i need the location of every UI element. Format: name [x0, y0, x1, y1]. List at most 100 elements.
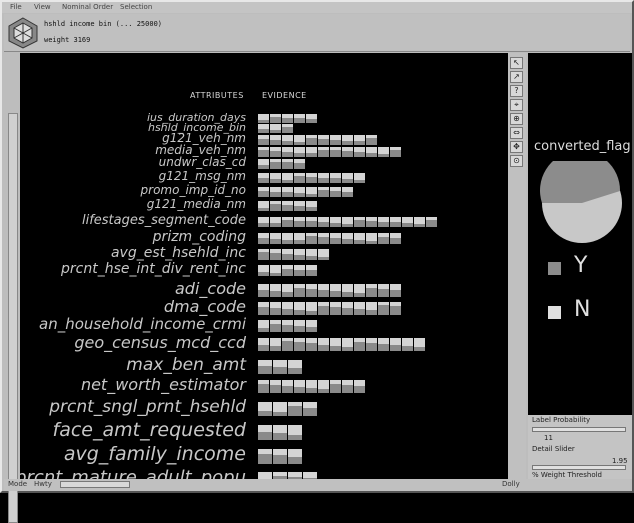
evidence-cell[interactable]	[354, 147, 365, 157]
evidence-cell[interactable]	[318, 284, 329, 297]
evidence-cell[interactable]	[294, 147, 305, 157]
evidence-cell[interactable]	[303, 472, 317, 479]
evidence-cell[interactable]	[294, 320, 305, 332]
attribute-label[interactable]: an_household_income_crmi	[39, 315, 246, 333]
evidence-cell[interactable]	[378, 233, 389, 244]
evidence-cell[interactable]	[258, 147, 269, 157]
evidence-cell[interactable]	[354, 233, 365, 244]
evidence-cell[interactable]	[258, 201, 269, 211]
evidence-cell[interactable]	[354, 173, 365, 183]
evidence-cell[interactable]	[282, 159, 293, 169]
menu-selection[interactable]: Selection	[120, 3, 152, 11]
evidence-cell[interactable]	[318, 302, 329, 315]
evidence-cell[interactable]	[258, 217, 269, 227]
evidence-cell[interactable]	[330, 338, 341, 351]
evidence-cell[interactable]	[270, 159, 281, 169]
attribute-label[interactable]: undwr_clas_cd	[159, 155, 246, 169]
evidence-cell[interactable]	[282, 114, 293, 123]
evidence-cell[interactable]	[282, 265, 293, 276]
evidence-cell[interactable]	[354, 217, 365, 227]
attribute-label[interactable]: face_amt_requested	[53, 419, 246, 441]
attribute-label[interactable]: dma_code	[164, 297, 246, 316]
evidence-cell[interactable]	[306, 135, 317, 145]
evidence-cell[interactable]	[330, 302, 341, 315]
evidence-cell[interactable]	[294, 233, 305, 244]
evidence-cell[interactable]	[342, 173, 353, 183]
evidence-cell[interactable]	[330, 217, 341, 227]
evidence-cell[interactable]	[270, 135, 281, 145]
attribute-label[interactable]: max_ben_amt	[126, 355, 246, 375]
evidence-cell[interactable]	[306, 217, 317, 227]
evidence-cell[interactable]	[342, 187, 353, 197]
evidence-cell[interactable]	[306, 338, 317, 351]
evidence-cell[interactable]	[270, 217, 281, 227]
evidence-cell[interactable]	[330, 173, 341, 183]
evidence-cell[interactable]	[318, 233, 329, 244]
evidence-cell[interactable]	[390, 284, 401, 297]
evidence-cell[interactable]	[294, 201, 305, 211]
evidence-cell[interactable]	[354, 380, 365, 393]
evidence-cell[interactable]	[294, 302, 305, 315]
evidence-cell[interactable]	[318, 380, 329, 393]
evidence-cell[interactable]	[270, 147, 281, 157]
attribute-label[interactable]: adi_code	[175, 279, 246, 298]
evidence-cell[interactable]	[258, 284, 269, 297]
evidence-cell[interactable]	[366, 217, 377, 227]
evidence-cell[interactable]	[258, 233, 269, 244]
evidence-cell[interactable]	[318, 338, 329, 351]
evidence-cell[interactable]	[270, 124, 281, 133]
attribute-label[interactable]: g121_msg_nm	[159, 169, 246, 183]
evidence-cell[interactable]	[258, 159, 269, 169]
evidence-cell[interactable]	[270, 173, 281, 183]
evidence-cell[interactable]	[294, 249, 305, 260]
vertical-scrollbar[interactable]	[8, 113, 18, 523]
evidence-cell[interactable]	[282, 233, 293, 244]
evidence-cell[interactable]	[282, 135, 293, 145]
evidence-cell[interactable]	[258, 135, 269, 145]
evidence-cell[interactable]	[258, 249, 269, 260]
evidence-cell[interactable]	[273, 425, 287, 440]
evidence-cell[interactable]	[414, 338, 425, 351]
evidence-cell[interactable]	[258, 472, 272, 479]
evidence-cell[interactable]	[342, 284, 353, 297]
evidence-cell[interactable]	[306, 147, 317, 157]
evidence-cell[interactable]	[294, 284, 305, 297]
evidence-cell[interactable]	[258, 320, 269, 332]
tool-button-icon[interactable]: ↖	[510, 57, 523, 69]
attribute-label[interactable]: prizm_coding	[153, 229, 246, 245]
tool-button-icon[interactable]: ⊕	[510, 113, 523, 125]
evidence-cell[interactable]	[270, 114, 281, 123]
evidence-cell[interactable]	[306, 265, 317, 276]
evidence-cell[interactable]	[354, 338, 365, 351]
evidence-cell[interactable]	[330, 135, 341, 145]
evidence-cell[interactable]	[258, 425, 272, 440]
evidence-cell[interactable]	[426, 217, 437, 227]
evidence-cell[interactable]	[270, 320, 281, 332]
attribute-label[interactable]: geo_census_mcd_ccd	[74, 333, 246, 352]
tool-button-icon[interactable]: ⊙	[510, 155, 523, 167]
attribute-label[interactable]: lifestages_segment_code	[82, 213, 246, 228]
evidence-cell[interactable]	[258, 173, 269, 183]
evidence-cell[interactable]	[273, 449, 287, 464]
evidence-cell[interactable]	[294, 114, 305, 123]
evidence-cell[interactable]	[354, 135, 365, 145]
evidence-cell[interactable]	[282, 380, 293, 393]
evidence-cell[interactable]	[402, 338, 413, 351]
evidence-cell[interactable]	[306, 233, 317, 244]
evidence-cell[interactable]	[303, 402, 317, 416]
evidence-cell[interactable]	[306, 187, 317, 197]
evidence-cell[interactable]	[390, 217, 401, 227]
evidence-cell[interactable]	[318, 147, 329, 157]
evidence-cell[interactable]	[342, 380, 353, 393]
attribute-label[interactable]: g121_media_nm	[147, 197, 246, 211]
evidence-cell[interactable]	[273, 360, 287, 374]
evidence-cell[interactable]	[282, 147, 293, 157]
evidence-cell[interactable]	[390, 338, 401, 351]
attribute-label[interactable]: prcnt_sngl_prnt_hsehld	[49, 397, 246, 417]
evidence-cell[interactable]	[306, 284, 317, 297]
evidence-cell[interactable]	[366, 284, 377, 297]
attribute-label[interactable]: promo_imp_id_no	[141, 183, 246, 197]
evidence-cell[interactable]	[306, 320, 317, 332]
evidence-cell[interactable]	[390, 233, 401, 244]
evidence-cell[interactable]	[258, 124, 269, 133]
